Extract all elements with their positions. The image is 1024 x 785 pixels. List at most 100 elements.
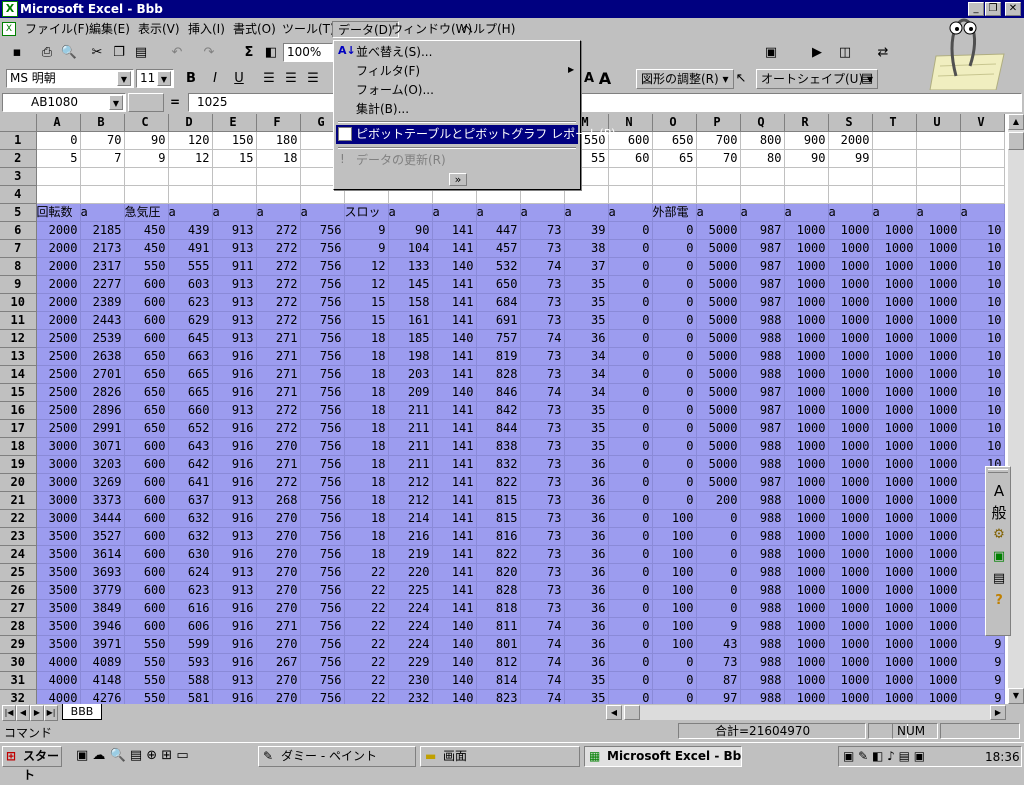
cell[interactable]: 0 (652, 383, 697, 402)
cell[interactable]: 220 (388, 563, 433, 582)
cell[interactable]: 37 (564, 257, 609, 276)
cell[interactable]: 450 (124, 239, 169, 258)
cell[interactable]: 916 (212, 635, 257, 654)
cell[interactable]: 5000 (696, 293, 741, 312)
cell[interactable]: 988 (740, 491, 785, 510)
cell[interactable]: 158 (388, 293, 433, 312)
cell[interactable]: 916 (212, 545, 257, 564)
cell[interactable]: 916 (212, 689, 257, 704)
cell[interactable]: 73 (520, 545, 565, 564)
cell[interactable]: 141 (432, 239, 477, 258)
cell[interactable]: 73 (520, 491, 565, 510)
cell[interactable]: 0 (696, 581, 741, 600)
cell[interactable]: 141 (432, 437, 477, 456)
cell[interactable]: a (520, 203, 565, 222)
cell[interactable]: 0 (652, 689, 697, 704)
cell[interactable]: スロッ (344, 203, 389, 222)
paste-icon[interactable]: ▤ (130, 43, 152, 63)
cell[interactable]: 73 (520, 581, 565, 600)
cell[interactable]: 916 (212, 509, 257, 528)
cell[interactable]: 491 (168, 239, 213, 258)
cell[interactable]: 632 (168, 527, 213, 546)
cell[interactable]: 5000 (696, 365, 741, 384)
cell[interactable]: 0 (608, 509, 653, 528)
cell[interactable]: 36 (564, 329, 609, 348)
cell[interactable]: 141 (432, 293, 477, 312)
cell[interactable]: 603 (168, 275, 213, 294)
cell[interactable]: a (432, 203, 477, 222)
cell[interactable]: 916 (212, 617, 257, 636)
cell[interactable]: 225 (388, 581, 433, 600)
cell[interactable] (212, 185, 257, 204)
task-excel[interactable]: ▦ Microsoft Excel - Bbb (584, 746, 742, 767)
cell[interactable] (652, 185, 697, 204)
cell[interactable]: 90 (388, 221, 433, 240)
cell[interactable]: 3000 (36, 491, 81, 510)
cell[interactable]: 272 (256, 473, 301, 492)
cell[interactable]: 急気圧 (124, 203, 169, 222)
cell[interactable]: 140 (432, 257, 477, 276)
cell[interactable]: 5000 (696, 473, 741, 492)
cell[interactable] (256, 185, 301, 204)
cell[interactable]: 3849 (80, 599, 125, 618)
cell[interactable]: a (212, 203, 257, 222)
cell[interactable]: 819 (476, 347, 521, 366)
menu-item-subtotal[interactable]: 集計(B)... (336, 100, 578, 119)
document-icon[interactable]: X (2, 22, 16, 36)
column-header-u[interactable]: U (916, 114, 961, 132)
cell[interactable]: 581 (168, 689, 213, 704)
cell[interactable]: 99 (828, 149, 873, 168)
cell[interactable]: 5000 (696, 419, 741, 438)
cell[interactable]: 1000 (828, 311, 873, 330)
cell[interactable]: 828 (476, 581, 521, 600)
select-all-corner[interactable] (0, 114, 37, 132)
cell[interactable]: 1000 (828, 491, 873, 510)
cell[interactable]: 1000 (916, 329, 961, 348)
cell[interactable]: 987 (740, 221, 785, 240)
cell[interactable]: 1000 (784, 545, 829, 564)
cell[interactable]: 756 (300, 293, 345, 312)
cell[interactable]: 1000 (828, 653, 873, 672)
cell[interactable]: 600 (124, 275, 169, 294)
cell[interactable]: 10 (960, 383, 1005, 402)
cell[interactable]: 645 (168, 329, 213, 348)
cell[interactable]: 229 (388, 653, 433, 672)
cell[interactable]: 1000 (784, 311, 829, 330)
cell[interactable]: 10 (960, 437, 1005, 456)
row-header[interactable]: 10 (0, 293, 37, 312)
cell[interactable]: 212 (388, 491, 433, 510)
horizontal-scrollbar[interactable]: ◀ ▶ (606, 705, 1006, 720)
row-header[interactable]: 8 (0, 257, 37, 276)
cell[interactable]: 2500 (36, 329, 81, 348)
cell[interactable] (696, 185, 741, 204)
cell[interactable]: 1000 (916, 563, 961, 582)
cell[interactable] (872, 131, 917, 150)
cell[interactable] (124, 167, 169, 186)
cell[interactable]: 1000 (872, 491, 917, 510)
cell[interactable]: 550 (124, 635, 169, 654)
cell[interactable]: 630 (168, 545, 213, 564)
cell[interactable]: 3500 (36, 635, 81, 654)
cell[interactable]: 2500 (36, 419, 81, 438)
cell[interactable]: 140 (432, 635, 477, 654)
cell[interactable]: 73 (520, 221, 565, 240)
cell[interactable]: a (564, 203, 609, 222)
cell[interactable] (916, 167, 961, 186)
cell[interactable]: 1000 (872, 581, 917, 600)
cell[interactable]: 5000 (696, 221, 741, 240)
cell[interactable]: 1000 (916, 473, 961, 492)
cell[interactable]: 2896 (80, 401, 125, 420)
first-sheet-icon[interactable]: |◀ (2, 705, 16, 721)
column-header-d[interactable]: D (168, 114, 213, 132)
save-icon[interactable]: ▪ (6, 43, 28, 63)
cell[interactable]: 224 (388, 635, 433, 654)
cell[interactable]: 600 (124, 545, 169, 564)
menu-edit[interactable]: 編集(E) (84, 21, 135, 38)
cell[interactable]: 73 (696, 653, 741, 672)
cell[interactable]: 2000 (36, 257, 81, 276)
cell[interactable]: 140 (432, 383, 477, 402)
cell[interactable]: 642 (168, 455, 213, 474)
cell[interactable]: 1000 (784, 599, 829, 618)
cut-icon[interactable]: ✂ (86, 43, 108, 63)
cell[interactable]: 1000 (872, 419, 917, 438)
